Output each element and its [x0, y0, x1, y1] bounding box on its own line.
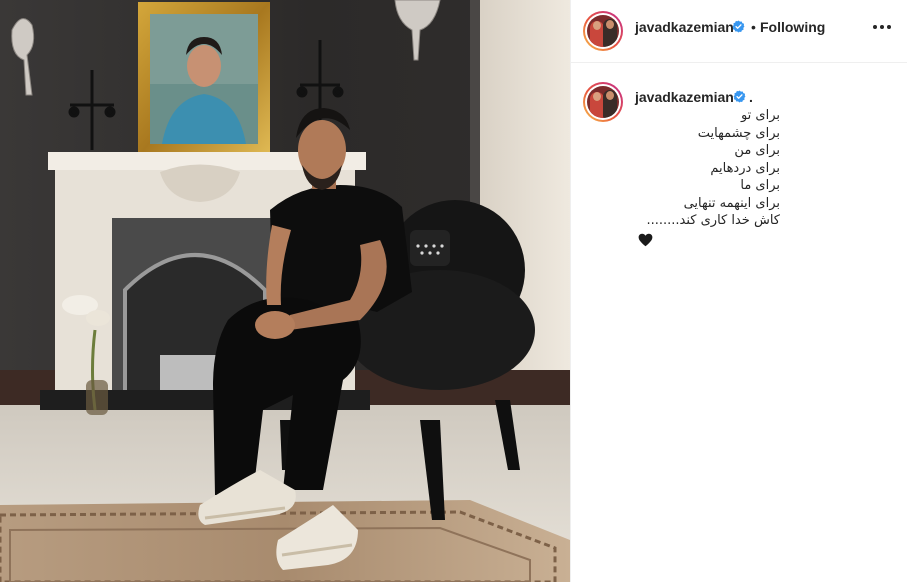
verified-badge-icon [732, 20, 745, 33]
black-heart-icon [638, 233, 653, 247]
profile-avatar[interactable] [583, 11, 623, 51]
caption-line: برای اینهمه تنهایی [683, 195, 780, 211]
caption-avatar[interactable] [583, 82, 623, 122]
post-photo[interactable] [0, 0, 570, 582]
caption-text: برای تو برای چشمهایت برای من برای دردهای… [635, 107, 781, 230]
verified-badge-icon [733, 90, 746, 103]
post-header: javadkazemian • Following [571, 0, 907, 63]
caption-line: برای من [734, 143, 780, 158]
post-image [0, 0, 570, 582]
username-link[interactable]: javadkazemian [635, 19, 734, 35]
caption-line: برای دردهایم [710, 160, 780, 176]
caption-trailing-dot: . [749, 89, 753, 105]
caption-line: کاش خدا کاری کند........ [646, 213, 781, 228]
following-button[interactable]: Following [760, 19, 825, 35]
post-side-panel: javadkazemian • Following javadkazemian … [570, 0, 907, 582]
more-horizontal-icon[interactable] [868, 16, 896, 38]
separator-dot: • [751, 19, 756, 35]
caption-line: برای ما [740, 178, 780, 193]
caption-username-link[interactable]: javadkazemian [635, 89, 734, 105]
caption-line: برای چشمهایت [697, 125, 780, 141]
caption-line: برای تو [740, 108, 780, 123]
